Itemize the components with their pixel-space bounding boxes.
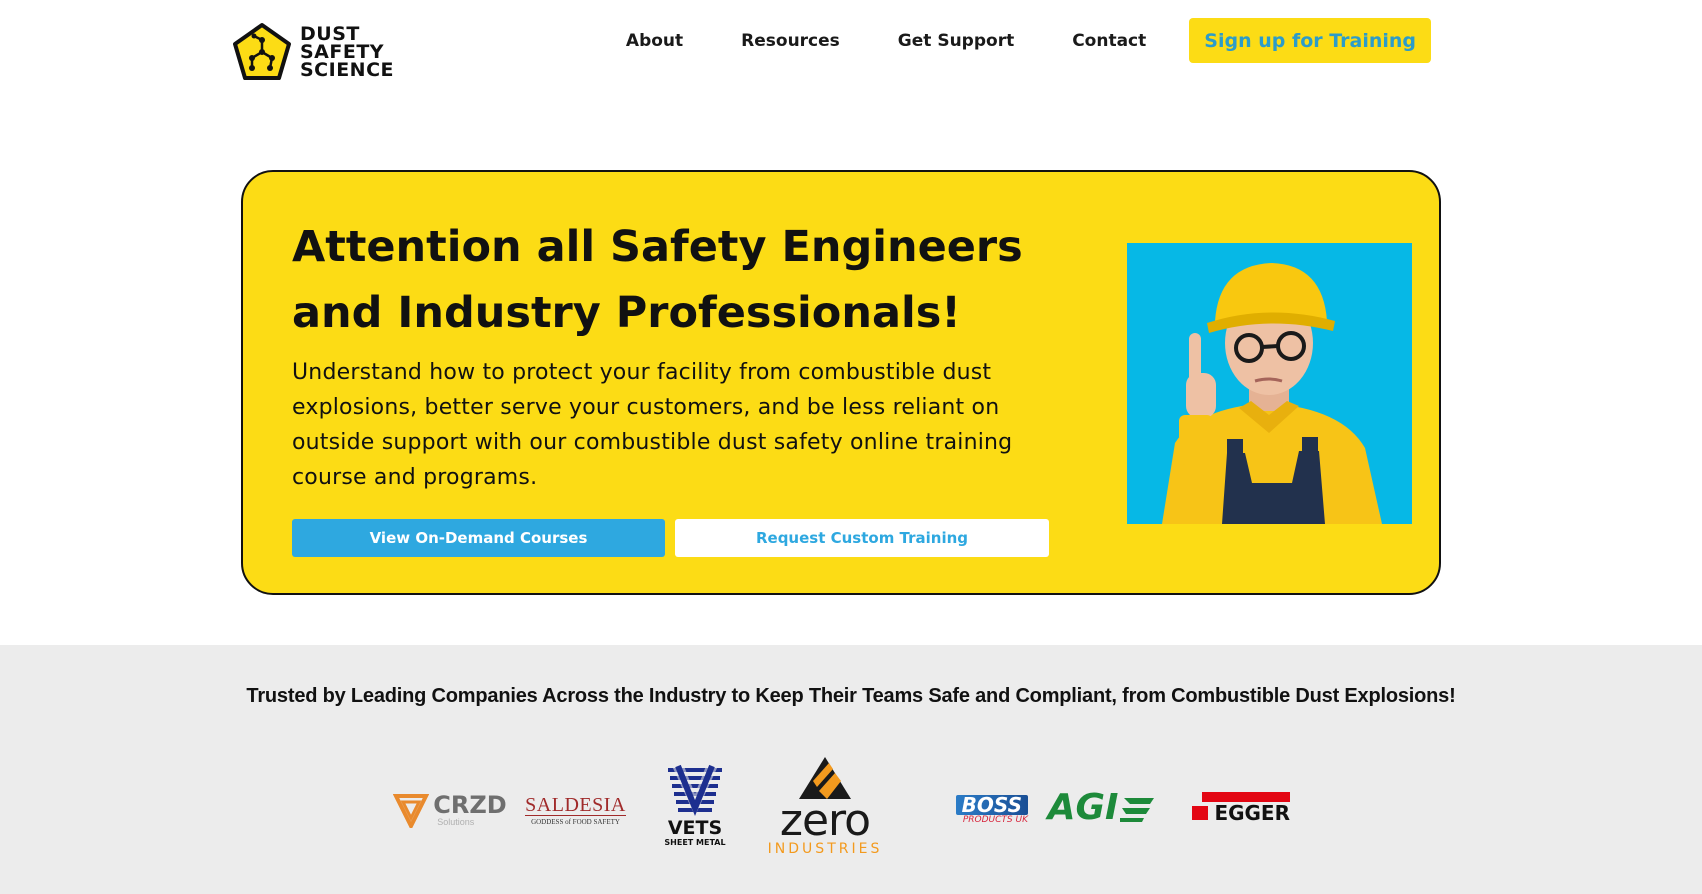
saldesia-name: SALDESIA [525,793,626,816]
request-custom-training-button[interactable]: Request Custom Training [675,519,1049,557]
zero-sub: INDUSTRIES [767,840,883,857]
nav-contact[interactable]: Contact [1072,19,1146,63]
logo-line-3: SCIENCE [300,59,395,81]
saldesia-logo: SALDESIA GODDESS of FOOD SAFETY [525,790,626,830]
site-logo[interactable]: DUST SAFETY SCIENCE [232,22,394,82]
crzd-logo: CRZD Solutions [390,790,510,830]
hero-title: Attention all Safety Engineers and Indus… [292,222,1023,338]
agi-wing-icon [1120,798,1155,822]
nav-resources[interactable]: Resources [741,19,840,63]
dust-molecule-logo-icon [233,23,291,80]
zero-industries-logo: zero INDUSTRIES [768,748,879,863]
hero-description: Understand how to protect your facility … [292,360,1013,490]
trusted-heading: Trusted by Leading Companies Across the … [246,685,1456,707]
worker-illustration [1162,263,1382,524]
egger-e-mark [1192,806,1209,820]
egger-name: EGGER [1214,801,1290,825]
vets-logo: VETS SHEET METAL [660,760,730,850]
vets-v-icon [668,764,722,816]
sign-up-training-button[interactable]: Sign up for Training [1189,18,1431,63]
nav-get-support[interactable]: Get Support [898,19,1014,63]
main-nav: About Resources Get Support Contact Sign… [626,18,1431,63]
boss-sub: PRODUCTS UK [962,815,1028,825]
hero-worker-photo [1127,243,1412,524]
agi-logo: AGI [1042,788,1162,828]
trusted-by-section: Trusted by Leading Companies Across the … [0,645,1702,894]
client-logos: CRZD Solutions SALDESIA GODDESS of FOOD … [390,756,1290,880]
hero-card: Attention all Safety Engineers and Indus… [241,170,1441,595]
zero-name: zero [779,794,871,846]
logo-wordmark: DUST SAFETY SCIENCE [300,25,395,81]
boss-products-logo: BOSS PRODUCTS UK [918,790,1028,830]
boss-name: BOSS [955,795,1028,815]
view-on-demand-courses-button[interactable]: View On-Demand Courses [292,519,665,557]
agi-name: AGI [1047,787,1119,828]
saldesia-sub: GODDESS of FOOD SAFETY [531,817,620,826]
crzd-name: CRZD [433,791,507,819]
vets-name: VETS [667,816,723,839]
crzd-shield-icon [393,794,430,828]
egger-logo: EGGER [1175,790,1290,826]
nav-about[interactable]: About [626,19,683,63]
site-header: DUST SAFETY SCIENCE About Resources Get … [0,0,1702,100]
zero-triangle-icon [799,756,851,799]
vets-sub: SHEET METAL [664,837,726,847]
